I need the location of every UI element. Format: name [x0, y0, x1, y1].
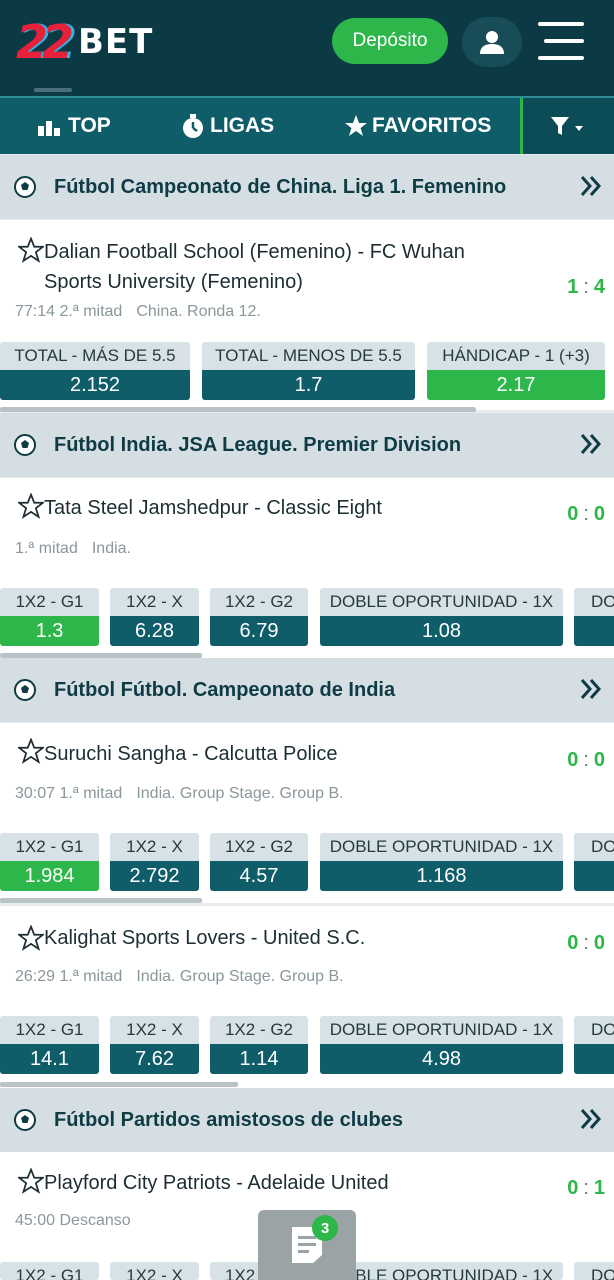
match-meta: 77:14 2.ª mitad China. Ronda 12. [15, 303, 261, 320]
league-header[interactable]: Fútbol Campeonato de China. Liga 1. Feme… [0, 155, 614, 219]
betslip-count-badge: 3 [312, 1215, 338, 1241]
odds-scrollbar[interactable] [0, 1082, 238, 1087]
category-tabs: TOP LIGAS FAVORITOS [0, 96, 614, 154]
odd-button[interactable]: DOBLE OPORTUNIDAD - 1X 1.168 [320, 833, 563, 891]
deposit-button[interactable]: Depósito [332, 18, 448, 64]
odd-button[interactable]: DO [574, 833, 614, 891]
match-teams: Kalighat Sports Lovers - United S.C. [44, 927, 366, 949]
match-teams: Dalian Football School (Femenino) - FC W… [44, 241, 465, 293]
odd-button[interactable]: 1X2 - G2 1.14 [210, 1016, 308, 1074]
star-icon [345, 115, 367, 136]
account-button[interactable] [462, 17, 522, 67]
logo-number: 22 [16, 15, 74, 69]
odd-button[interactable]: 1X2 - X 2.792 [110, 833, 199, 891]
odd-button[interactable]: DOBLE OPORTUNIDAD - 1X 1.08 [320, 588, 563, 646]
match-teams: Suruchi Sangha - Calcutta Police [44, 743, 338, 765]
bar-chart-icon [38, 121, 60, 136]
match-card[interactable]: Dalian Football School (Femenino) - FC W… [0, 220, 614, 412]
odd-button[interactable]: 1X2 - G1 1.3 [0, 588, 99, 646]
odds-scrollbar[interactable] [0, 407, 476, 412]
star-outline-icon[interactable] [18, 493, 44, 519]
odd-button[interactable]: 1X2 - G2 4.57 [210, 833, 308, 891]
match-card[interactable]: Kalighat Sports Lovers - United S.C. 0:0… [0, 906, 614, 1088]
star-outline-icon[interactable] [18, 925, 44, 951]
double-chevron-right-icon[interactable] [578, 431, 604, 457]
odd-button[interactable]: DO [574, 1262, 614, 1280]
tab-favoritos[interactable]: FAVORITOS [344, 98, 491, 154]
menu-icon[interactable] [538, 22, 584, 60]
match-score: 1:4 [567, 276, 606, 298]
soccer-ball-icon [14, 434, 36, 456]
odd-button[interactable]: 1X2 - G1 1.984 [0, 833, 99, 891]
user-icon [480, 31, 504, 54]
league-header[interactable]: Fútbol Partidos amistosos de clubes [0, 1088, 614, 1152]
match-teams: Playford City Patriots - Adelaide United [44, 1172, 389, 1194]
tab-label: TOP [68, 114, 111, 137]
double-chevron-right-icon[interactable] [578, 173, 604, 199]
odd-button[interactable]: DOBLE OPORTUNIDAD - 1X 4.98 [320, 1016, 563, 1074]
logo[interactable]: 22 BET [16, 12, 153, 72]
betslip-button[interactable] [258, 1210, 356, 1280]
league-title: Fútbol India. JSA League. Premier Divisi… [54, 433, 462, 456]
odds-scrollbar[interactable] [0, 898, 202, 903]
app-header: 22 BET Depósito [0, 0, 614, 84]
odd-button[interactable]: 1X2 - X 6.28 [110, 588, 199, 646]
double-chevron-right-icon[interactable] [578, 1106, 604, 1132]
logo-text: BET [78, 22, 154, 62]
double-chevron-right-icon[interactable] [578, 676, 604, 702]
odd-button[interactable]: 1X2 - X [110, 1262, 199, 1280]
match-score: 0:1 [567, 1177, 606, 1199]
league-title: Fútbol Fútbol. Campeonato de India [54, 678, 396, 701]
match-meta: 1.ª mitad India. [15, 540, 131, 557]
odd-button[interactable]: TOTAL - MÁS DE 5.5 2.152 [0, 342, 190, 400]
soccer-ball-icon [14, 679, 36, 701]
soccer-ball-icon [14, 1109, 36, 1131]
header-subbar [0, 84, 614, 96]
tab-ligas[interactable]: LIGAS [180, 98, 274, 154]
match-score: 0:0 [567, 749, 606, 771]
match-meta: 45:00 Descanso [15, 1212, 131, 1229]
odd-button[interactable]: 1X2 - G2 6.79 [210, 588, 308, 646]
tab-label: FAVORITOS [372, 114, 492, 137]
star-outline-icon[interactable] [18, 237, 44, 263]
odd-button[interactable]: TOTAL - MENOS DE 5.5 1.7 [202, 342, 415, 400]
odd-button[interactable]: DO [574, 1016, 614, 1074]
league-title: Fútbol Campeonato de China. Liga 1. Feme… [54, 175, 507, 198]
match-score: 0:0 [567, 503, 606, 525]
odd-button[interactable]: 1X2 - X 7.62 [110, 1016, 199, 1074]
match-meta: 26:29 1.ª mitad India. Group Stage. Group… [15, 968, 344, 985]
match-score: 0:0 [567, 932, 606, 954]
tab-label: LIGAS [210, 114, 275, 137]
match-teams: Tata Steel Jamshedpur - Classic Eight [44, 497, 382, 519]
filter-icon [550, 117, 583, 135]
match-card[interactable]: Suruchi Sangha - Calcutta Police 0:0 30:… [0, 723, 614, 903]
odd-button[interactable]: DOBLE OPORTUNIDAD - 1X [320, 1262, 563, 1280]
odd-button[interactable]: 1X2 - G1 [0, 1262, 99, 1280]
odd-button[interactable]: HÁNDICAP - 1 (+3) 2.17 [427, 342, 605, 400]
league-header[interactable]: Fútbol India. JSA League. Premier Divisi… [0, 413, 614, 477]
match-card[interactable]: Tata Steel Jamshedpur - Classic Eight 0:… [0, 478, 614, 658]
star-outline-icon[interactable] [18, 1168, 44, 1194]
filter-button[interactable] [523, 98, 614, 154]
soccer-ball-icon [14, 176, 36, 198]
odd-button[interactable]: 1X2 - G1 14.1 [0, 1016, 99, 1074]
tab-top[interactable]: TOP [38, 98, 111, 154]
league-header[interactable]: Fútbol Fútbol. Campeonato de India [0, 658, 614, 722]
star-outline-icon[interactable] [18, 738, 44, 764]
league-title: Fútbol Partidos amistosos de clubes [54, 1108, 403, 1131]
match-meta: 30:07 1.ª mitad India. Group Stage. Group… [15, 785, 344, 802]
odd-button[interactable]: DO [574, 588, 614, 646]
stopwatch-icon [183, 114, 203, 138]
